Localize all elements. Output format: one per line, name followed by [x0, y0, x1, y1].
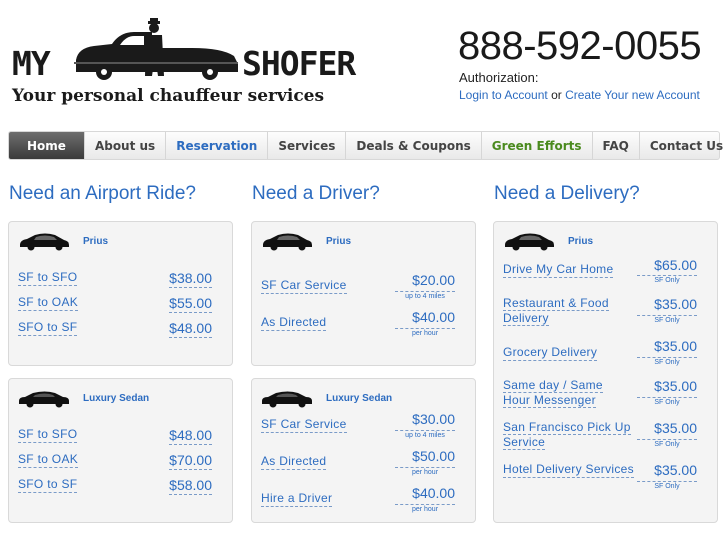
car-name-label: Luxury Sedan — [326, 392, 393, 404]
service-label[interactable]: SF to OAK — [18, 452, 79, 468]
sedan-car-icon — [262, 391, 312, 408]
nav-green-efforts[interactable]: Green Efforts — [482, 132, 593, 159]
price-note: per hour — [395, 504, 455, 513]
price-note: SF Only — [637, 481, 697, 490]
car-name-label: Prius — [83, 235, 109, 247]
or-text: or — [551, 88, 562, 102]
service-price: $40.00 — [412, 485, 455, 501]
service-price: $50.00 — [412, 448, 455, 464]
driver-sedan-card: Luxury Sedan SF Car Service $30.00 up to… — [251, 378, 476, 523]
service-price: $35.00 — [654, 420, 697, 436]
car-name-label: Prius — [326, 235, 352, 247]
logo-word-shofer: SHOFER — [242, 44, 356, 83]
car-name-label: Luxury Sedan — [83, 392, 150, 404]
vintage-car-chauffeur-icon — [74, 18, 238, 80]
service-price: $55.00 — [169, 295, 212, 313]
price-note: per hour — [395, 328, 455, 337]
service-label[interactable]: Grocery Delivery — [503, 345, 598, 361]
service-label[interactable]: Restaurant & Food Delivery — [503, 296, 631, 326]
airport-sedan-card: Luxury Sedan SF to SFO $48.00 SF to OAK … — [8, 378, 233, 523]
service-label[interactable]: SF to SFO — [18, 270, 78, 286]
nav-services[interactable]: Services — [268, 132, 347, 159]
service-price: $40.00 — [412, 309, 455, 325]
airport-ride-title: Need an Airport Ride? — [9, 183, 196, 204]
delivery-title: Need a Delivery? — [494, 183, 640, 204]
service-price: $20.00 — [412, 272, 455, 288]
tagline: Your personal chauffeur services — [12, 86, 325, 106]
create-account-link[interactable]: Create Your new Account — [565, 88, 700, 102]
price-note: up to 4 miles — [395, 291, 455, 300]
price-note: SF Only — [637, 275, 697, 284]
service-price: $35.00 — [654, 338, 697, 354]
login-link[interactable]: Login to Account — [459, 88, 548, 102]
service-price: $30.00 — [412, 411, 455, 427]
service-label[interactable]: San Francisco Pick Up Service — [503, 420, 631, 450]
nav-faq[interactable]: FAQ — [593, 132, 640, 159]
service-label[interactable]: SF Car Service — [261, 417, 347, 433]
nav-contact-us[interactable]: Contact Us — [640, 132, 727, 159]
nav-home[interactable]: Home — [9, 132, 85, 159]
prius-car-icon — [505, 233, 554, 251]
price-note: SF Only — [637, 357, 697, 366]
service-label[interactable]: SF Car Service — [261, 278, 347, 294]
service-label[interactable]: SF to OAK — [18, 295, 79, 311]
nav-deals-coupons[interactable]: Deals & Coupons — [346, 132, 482, 159]
service-price: $58.00 — [169, 477, 212, 495]
logo-word-my: MY — [12, 44, 51, 83]
service-price: $65.00 — [654, 257, 697, 273]
main-nav: Home About us Reservation Services Deals… — [8, 131, 723, 160]
nav-reservation[interactable]: Reservation — [166, 132, 269, 159]
price-note: SF Only — [637, 315, 697, 324]
service-label[interactable]: Hire a Driver — [261, 491, 333, 507]
service-label[interactable]: SFO to SF — [18, 320, 78, 336]
service-label[interactable]: Drive My Car Home — [503, 262, 614, 278]
sedan-car-icon — [19, 391, 69, 408]
prius-car-icon — [263, 233, 312, 251]
service-price: $38.00 — [169, 270, 212, 288]
price-note: per hour — [395, 467, 455, 476]
service-label[interactable]: SFO to SF — [18, 477, 78, 493]
driver-title: Need a Driver? — [252, 183, 380, 204]
nav-about-us[interactable]: About us — [85, 132, 167, 159]
logo[interactable]: MY SHOFER Your personal chauffeur servic… — [10, 18, 360, 113]
phone-number: 888-592-0055 — [458, 24, 702, 68]
service-label[interactable]: Hotel Delivery Services — [503, 462, 634, 478]
authorization-label: Authorization: — [459, 70, 539, 85]
service-price: $48.00 — [169, 320, 212, 338]
service-price: $35.00 — [654, 378, 697, 394]
service-label[interactable]: As Directed — [261, 454, 327, 470]
service-price: $48.00 — [169, 427, 212, 445]
service-price: $35.00 — [654, 462, 697, 478]
service-label[interactable]: As Directed — [261, 315, 327, 331]
price-note: up to 4 miles — [395, 430, 455, 439]
car-name-label: Prius — [568, 235, 594, 247]
service-price: $70.00 — [169, 452, 212, 470]
prius-car-icon — [20, 233, 69, 251]
auth-links: Login to Account or Create Your new Acco… — [459, 88, 700, 102]
delivery-prius-card: Prius Drive My Car Home $65.00 SF Only R… — [493, 221, 718, 523]
service-price: $35.00 — [654, 296, 697, 312]
airport-prius-card: Prius SF to SFO $38.00 SF to OAK $55.00 … — [8, 221, 233, 366]
service-label[interactable]: Same day / Same Hour Messenger — [503, 378, 631, 408]
price-note: SF Only — [637, 397, 697, 406]
driver-prius-card: Prius SF Car Service $20.00 up to 4 mile… — [251, 221, 476, 366]
service-label[interactable]: SF to SFO — [18, 427, 78, 443]
price-note: SF Only — [637, 439, 697, 448]
